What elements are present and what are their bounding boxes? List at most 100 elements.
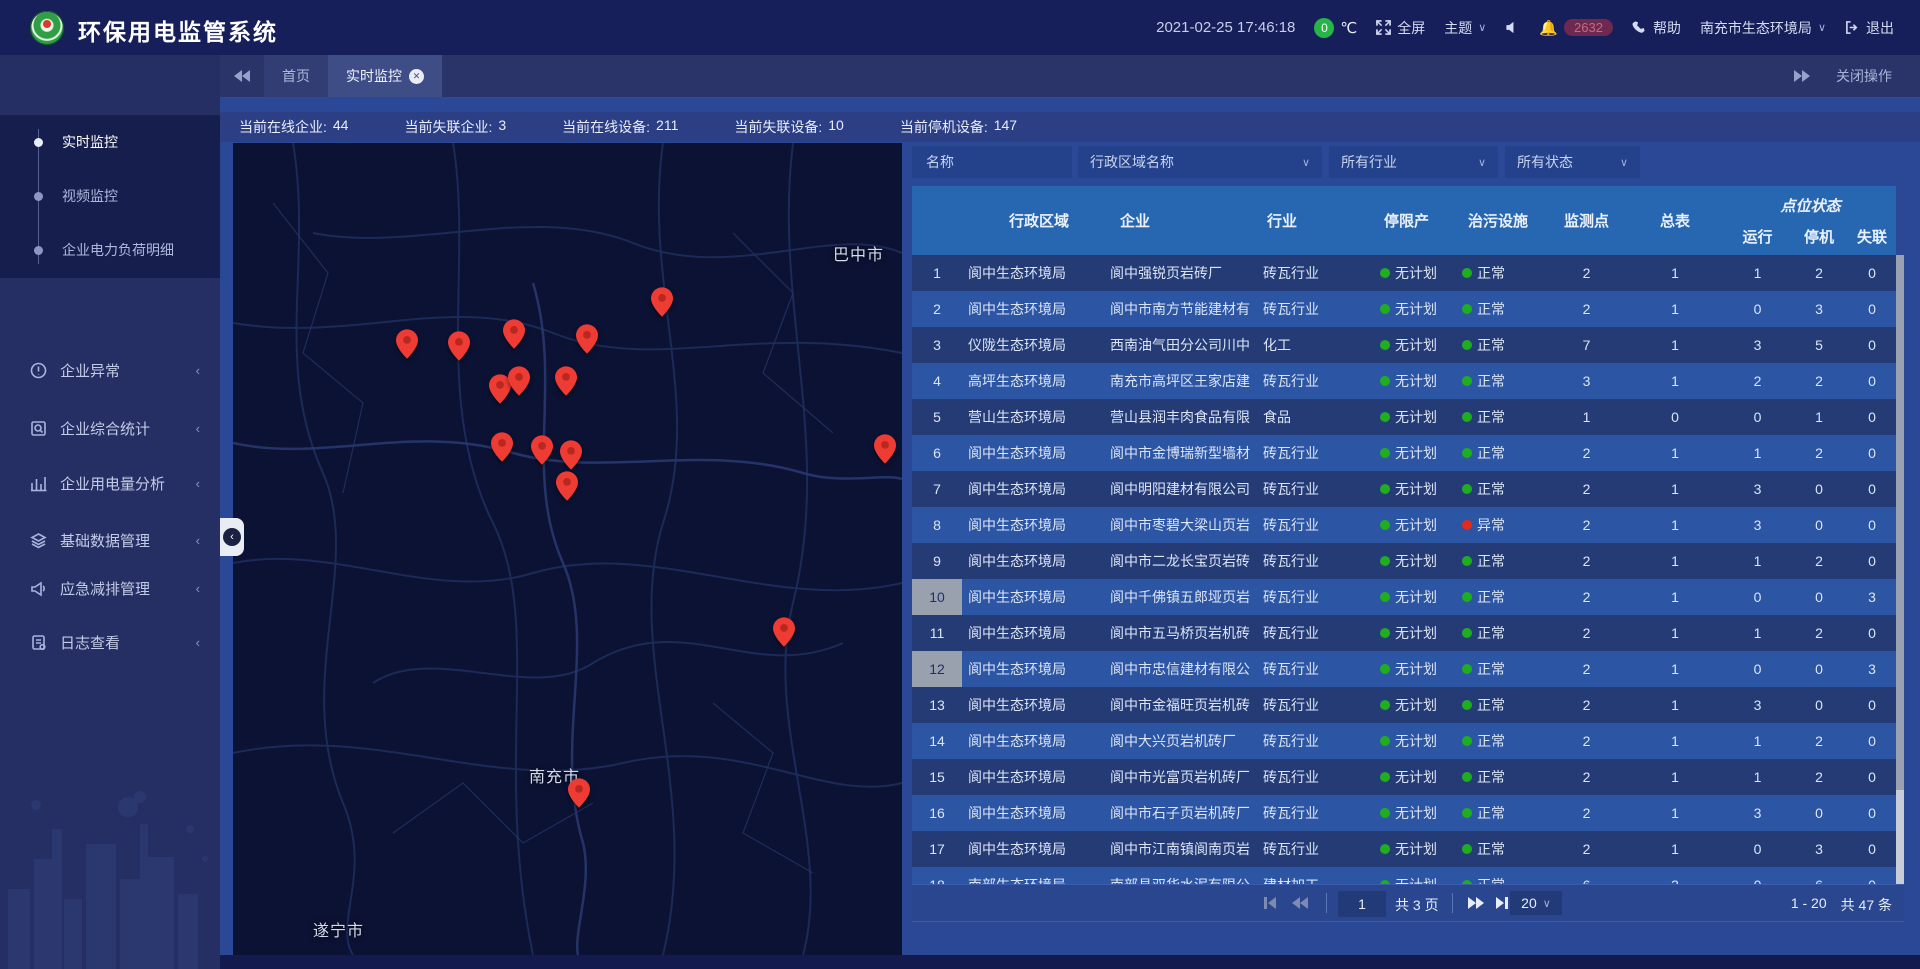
table-row[interactable]: 13 阆中生态环境局 阆中市金福旺页岩机砖 砖瓦行业 无计划 正常 2 1 3 …	[912, 687, 1896, 723]
sidebar-item-power-usage-analysis[interactable]: 企业用电量分析 ‹	[0, 462, 220, 504]
last-page-button[interactable]	[1496, 885, 1508, 921]
table-row[interactable]: 1 阆中生态环境局 阆中强锐页岩砖厂 砖瓦行业 无计划 正常 2 1 1 2 0	[912, 255, 1896, 291]
table-row[interactable]: 9 阆中生态环境局 阆中市二龙长宝页岩砖 砖瓦行业 无计划 正常 2 1 1 2…	[912, 543, 1896, 579]
map-marker-pin[interactable]	[531, 435, 553, 465]
app-logo	[30, 11, 64, 45]
tabs-scroll-right-button[interactable]	[1794, 70, 1810, 82]
sidebar-item-enterprise-anomaly[interactable]: 企业异常 ‹	[0, 349, 220, 391]
status-dot-icon	[1380, 520, 1390, 530]
sidebar-item-power-load-detail[interactable]: 企业电力负荷明细	[0, 223, 220, 277]
row-monitoring-points: 2	[1548, 291, 1625, 327]
row-running-count: 0	[1725, 399, 1790, 435]
facility-status-text: 正常	[1477, 479, 1505, 499]
industry-filter-select[interactable]: 所有行业 ∨	[1329, 146, 1498, 178]
page-number-input[interactable]	[1338, 891, 1386, 917]
tabs-scroll-left-button[interactable]	[220, 55, 264, 97]
map-marker-pin[interactable]	[560, 440, 582, 470]
table-vertical-scrollbar[interactable]	[1896, 255, 1904, 884]
logout-button[interactable]: 退出	[1845, 18, 1894, 38]
table-row[interactable]: 11 阆中生态环境局 阆中市五马桥页岩机砖 砖瓦行业 无计划 正常 2 1 1 …	[912, 615, 1896, 651]
sidebar-item-video-monitoring[interactable]: 视频监控	[0, 169, 220, 223]
table-row[interactable]: 8 阆中生态环境局 阆中市枣碧大梁山页岩 砖瓦行业 无计划 异常 2 1 3 0…	[912, 507, 1896, 543]
row-total-meters: 1	[1625, 543, 1725, 579]
table-row[interactable]: 6 阆中生态环境局 阆中市金博瑞新型墙材 砖瓦行业 无计划 正常 2 1 1 2…	[912, 435, 1896, 471]
name-filter-input-box[interactable]	[912, 146, 1072, 178]
sidebar-item-log-view[interactable]: 日志查看 ‹	[0, 621, 220, 663]
map-marker-pin[interactable]	[491, 432, 513, 462]
sidebar-item-enterprise-statistics[interactable]: 企业综合统计 ‹	[0, 407, 220, 449]
row-limit-status: 无计划	[1380, 723, 1462, 759]
speaker-mute-icon[interactable]	[1505, 20, 1520, 35]
column-monitoring-points: 监测点	[1548, 186, 1625, 255]
fullscreen-button[interactable]: 全屏	[1376, 18, 1425, 38]
map-marker-pin[interactable]	[503, 319, 525, 349]
row-disconnected-count: 0	[1848, 435, 1896, 471]
tab-home[interactable]: 首页	[264, 55, 328, 97]
user-dropdown[interactable]: 南充市生态环境局 ∨	[1700, 18, 1826, 38]
close-operations-button[interactable]: 关闭操作	[1836, 66, 1892, 86]
row-stopped-count: 2	[1790, 723, 1848, 759]
row-company: 南充市高坪区王家店建	[1110, 363, 1258, 399]
table-row[interactable]: 5 营山生态环境局 营山县润丰肉食品有限 食品 无计划 正常 1 0 0 1 0	[912, 399, 1896, 435]
region-filter-select[interactable]: 行政区域名称 ∨	[1078, 146, 1322, 178]
close-icon[interactable]: ✕	[409, 69, 424, 84]
status-dot-icon	[1380, 484, 1390, 494]
sidebar-item-base-data-management[interactable]: 基础数据管理 ‹	[0, 519, 220, 561]
map-marker-pin[interactable]	[651, 287, 673, 317]
table-row[interactable]: 7 阆中生态环境局 阆中明阳建材有限公司 砖瓦行业 无计划 正常 2 1 3 0…	[912, 471, 1896, 507]
status-dot-icon	[1380, 628, 1390, 638]
table-row[interactable]: 14 阆中生态环境局 阆中大兴页岩机砖厂 砖瓦行业 无计划 正常 2 1 1 2…	[912, 723, 1896, 759]
sidebar-collapse-handle[interactable]: ‹	[220, 518, 244, 556]
table-row[interactable]: 3 仪陇生态环境局 西南油气田分公司川中 化工 无计划 正常 7 1 3 5 0	[912, 327, 1896, 363]
next-page-button[interactable]	[1468, 885, 1484, 921]
theme-dropdown[interactable]: 主题 ∨	[1444, 18, 1486, 38]
column-group-point-status: 点位状态 运行 停机 失联	[1725, 186, 1896, 255]
map-city-label: 巴中市	[833, 241, 884, 265]
map-panel[interactable]: 巴中市 南充市 遂宁市	[233, 143, 902, 955]
table-row[interactable]: 17 阆中生态环境局 阆中市江南镇阆南页岩 砖瓦行业 无计划 正常 2 1 0 …	[912, 831, 1896, 867]
table-row[interactable]: 4 高坪生态环境局 南充市高坪区王家店建 砖瓦行业 无计划 正常 3 1 2 2…	[912, 363, 1896, 399]
row-disconnected-count: 3	[1848, 651, 1896, 687]
map-marker-pin[interactable]	[396, 329, 418, 359]
first-page-button[interactable]	[1264, 885, 1276, 921]
map-marker-pin[interactable]	[568, 778, 590, 808]
row-running-count: 1	[1725, 759, 1790, 795]
sidebar-item-emergency-reduction[interactable]: 应急减排管理 ‹	[0, 567, 220, 609]
table-row[interactable]: 18 南部生态环境局 南部县双华水泥有限公 建材加工 无计划 正常 6 3 0 …	[912, 867, 1896, 884]
previous-page-button[interactable]	[1292, 885, 1308, 921]
facility-status-text: 正常	[1477, 875, 1505, 884]
total-pages-label: 共 3 页	[1395, 895, 1439, 915]
row-limit-status: 无计划	[1380, 471, 1462, 507]
table-row[interactable]: 12 阆中生态环境局 阆中市忠信建材有限公 砖瓦行业 无计划 正常 2 1 0 …	[912, 651, 1896, 687]
tab-realtime-monitoring[interactable]: 实时监控 ✕	[328, 55, 442, 97]
table-row[interactable]: 10 阆中生态环境局 阆中千佛镇五郎垭页岩 砖瓦行业 无计划 正常 2 1 0 …	[912, 579, 1896, 615]
tab-label: 实时监控	[346, 66, 402, 86]
row-region: 阆中生态环境局	[968, 723, 1110, 759]
row-region: 阆中生态环境局	[968, 615, 1110, 651]
table-row[interactable]: 15 阆中生态环境局 阆中市光富页岩机砖厂 砖瓦行业 无计划 正常 2 1 1 …	[912, 759, 1896, 795]
name-filter-input[interactable]	[924, 153, 1060, 171]
map-marker-pin[interactable]	[576, 324, 598, 354]
map-marker-pin[interactable]	[448, 331, 470, 361]
row-industry: 砖瓦行业	[1263, 435, 1373, 471]
help-button[interactable]: 帮助	[1632, 18, 1681, 38]
map-marker-pin[interactable]	[773, 617, 795, 647]
table-row[interactable]: 16 阆中生态环境局 阆中市石子页岩机砖厂 砖瓦行业 无计划 正常 2 1 3 …	[912, 795, 1896, 831]
status-filter-select[interactable]: 所有状态 ∨	[1505, 146, 1640, 178]
page-size-select[interactable]: 20 ∨	[1510, 891, 1562, 915]
table-row[interactable]: 2 阆中生态环境局 阆中市南方节能建材有 砖瓦行业 无计划 正常 2 1 0 3…	[912, 291, 1896, 327]
row-monitoring-points: 2	[1548, 435, 1625, 471]
facility-status-text: 正常	[1477, 731, 1505, 751]
map-marker-pin[interactable]	[508, 366, 530, 396]
map-marker-pin[interactable]	[556, 471, 578, 501]
sidebar-item-realtime-monitoring[interactable]: 实时监控	[0, 115, 220, 169]
status-dot-icon	[1462, 412, 1472, 422]
row-stopped-count: 1	[1790, 399, 1848, 435]
status-dot-icon	[1380, 340, 1390, 350]
stat-label: 当前在线设备:	[562, 117, 650, 137]
map-marker-pin[interactable]	[874, 434, 896, 464]
map-marker-pin[interactable]	[555, 366, 577, 396]
notifications-item[interactable]: 🔔 2632	[1539, 19, 1613, 37]
scrollbar-thumb[interactable]	[1896, 255, 1904, 790]
limit-status-text: 无计划	[1395, 299, 1437, 319]
